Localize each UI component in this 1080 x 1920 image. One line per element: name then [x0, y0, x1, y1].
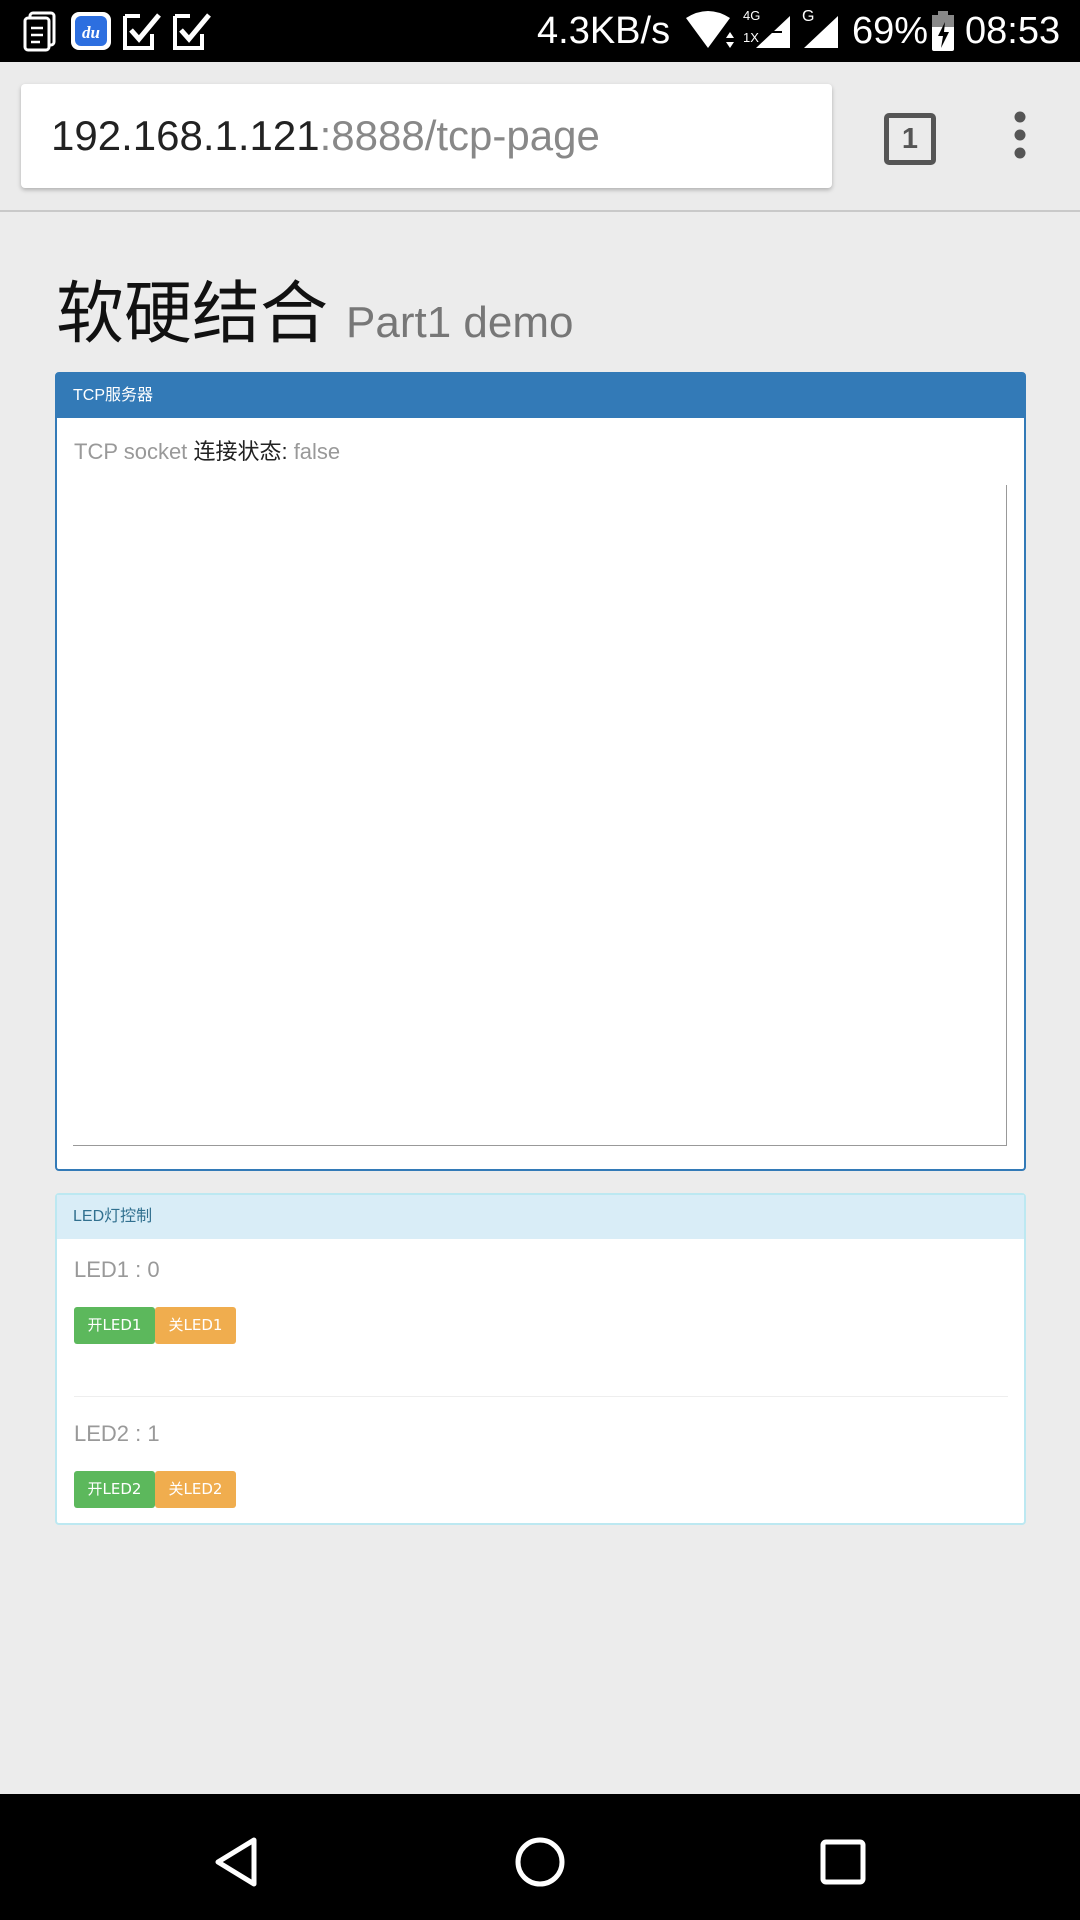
clipboard-icon: [23, 11, 56, 52]
battery-percent: 69%: [852, 10, 929, 52]
clock: 08:53: [965, 10, 1061, 52]
back-icon[interactable]: [206, 1832, 266, 1892]
check-icon: [173, 13, 211, 50]
wifi-icon: [686, 11, 734, 48]
tcp-panel-heading: TCP服务器: [57, 374, 1024, 418]
message-log-textarea[interactable]: [73, 485, 1007, 1146]
url-path: :8888/tcp-page: [319, 112, 600, 159]
led2-status: LED2 : 1: [74, 1421, 160, 1446]
led1-on-button[interactable]: 开LED1: [74, 1307, 155, 1344]
page-subtitle: Part1 demo: [346, 298, 574, 347]
led2-off-button[interactable]: 关LED2: [155, 1471, 236, 1508]
overflow-menu-icon[interactable]: [1000, 110, 1040, 160]
browser-toolbar: 192.168.1.121:8888/tcp-page 1: [0, 62, 1080, 212]
signal-icon: [756, 16, 790, 48]
baidu-du-icon: du: [71, 12, 111, 50]
status-bar: du 4.3KB/s 4G 1X G 69% 08:53: [0, 0, 1080, 62]
battery-charging-icon: [932, 11, 954, 51]
signal-icon: [804, 16, 838, 48]
page-title: 软硬结合 Part1 demo: [56, 270, 573, 360]
led1-status: LED1 : 0: [74, 1257, 160, 1282]
status-label: 连接状态:: [193, 439, 288, 464]
divider: [74, 1396, 1008, 1397]
svg-text:du: du: [82, 23, 100, 42]
recents-icon[interactable]: [813, 1832, 873, 1892]
url-text[interactable]: 192.168.1.121:8888/tcp-page: [51, 84, 600, 188]
check-icon: [123, 13, 161, 50]
connection-status: TCP socket 连接状态: false: [74, 434, 340, 466]
led1-off-button[interactable]: 关LED1: [155, 1307, 236, 1344]
tcp-server-panel: TCP服务器 TCP socket 连接状态: false: [55, 372, 1026, 1171]
address-bar[interactable]: 192.168.1.121:8888/tcp-page: [21, 84, 832, 188]
home-icon[interactable]: [510, 1832, 570, 1892]
status-value: false: [293, 439, 341, 464]
page-title-main: 软硬结合: [56, 275, 329, 354]
led-panel-heading: LED灯控制: [57, 1195, 1024, 1239]
tab-switcher-button[interactable]: 1: [884, 113, 936, 165]
net-speed: 4.3KB/s: [537, 10, 671, 52]
led-control-panel: LED灯控制 LED1 : 0 开LED1 关LED1 LED2 : 1 开LE…: [55, 1193, 1026, 1525]
system-navigation-bar: [0, 1794, 1080, 1920]
url-host: 192.168.1.121: [51, 112, 320, 159]
led2-on-button[interactable]: 开LED2: [74, 1471, 155, 1508]
status-prefix: TCP socket: [74, 439, 188, 464]
